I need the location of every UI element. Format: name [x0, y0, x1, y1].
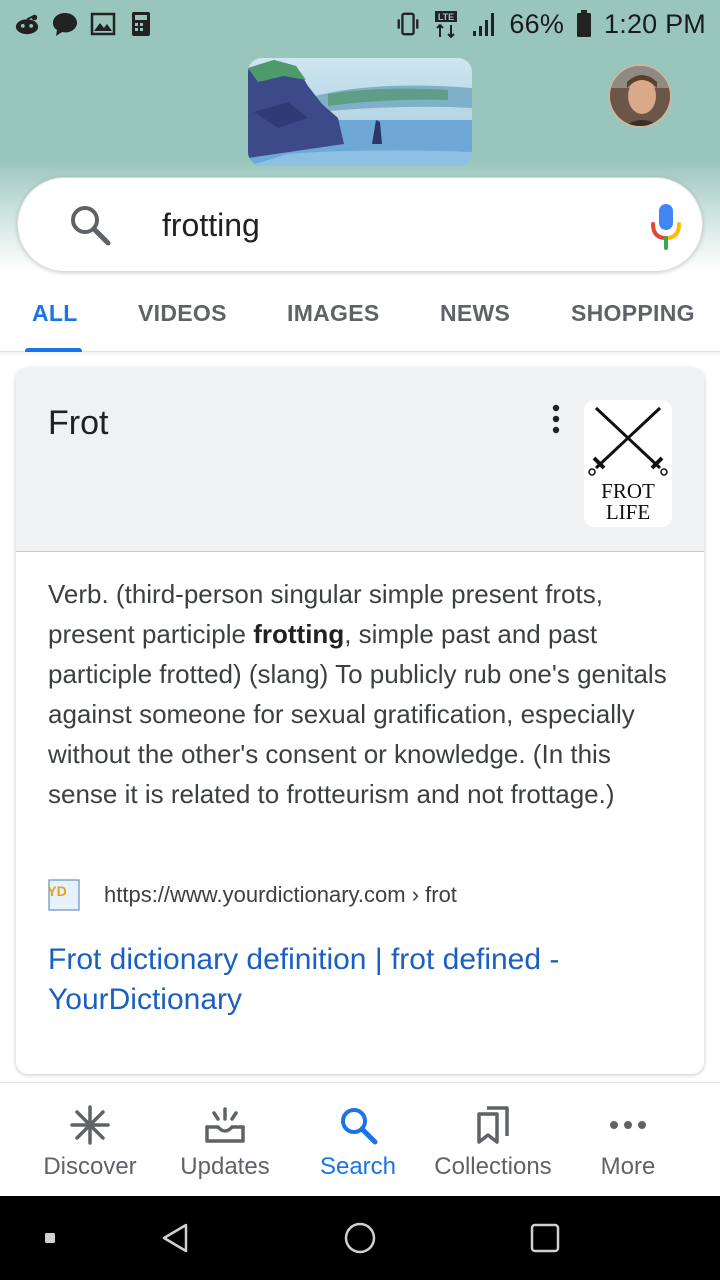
- card-title: Frot: [48, 404, 109, 442]
- search-query[interactable]: frotting: [162, 178, 260, 273]
- mic-icon[interactable]: [648, 202, 684, 252]
- nav-search[interactable]: Search: [290, 1083, 426, 1197]
- reddit-icon: [14, 11, 40, 37]
- definition-card: Frot FROT LIFE Verb. (third-person singu…: [16, 368, 704, 1074]
- tab-shopping[interactable]: SHOPPING: [571, 290, 695, 352]
- overview-dot-icon[interactable]: [40, 1196, 60, 1280]
- yourdictionary-favicon: YD: [47, 879, 80, 911]
- status-left-icons: [14, 11, 154, 37]
- active-tab-indicator: [25, 348, 82, 352]
- back-icon[interactable]: [155, 1196, 195, 1280]
- search-tabs: ALL VIDEOS IMAGES NEWS SHOPPING: [0, 290, 720, 352]
- image-icon: [90, 11, 116, 37]
- definition-text: Verb. (third-person singular simple pres…: [48, 574, 678, 814]
- asterisk-icon: [68, 1103, 112, 1147]
- status-bar: LTE 66% 1:20 PM: [0, 0, 720, 48]
- definition-bold-term: frotting: [253, 619, 345, 649]
- source-row[interactable]: YD https://www.yourdictionary.com › frot: [47, 878, 457, 912]
- nav-more[interactable]: More: [560, 1083, 696, 1197]
- favicon-text: YD: [48, 883, 67, 899]
- google-doodle[interactable]: [248, 58, 472, 166]
- tab-news[interactable]: NEWS: [440, 290, 510, 352]
- nav-label-updates: Updates: [180, 1153, 270, 1180]
- search-icon: [68, 203, 112, 247]
- result-link[interactable]: Frot dictionary definition | frot define…: [48, 940, 668, 1020]
- nav-label-search: Search: [319, 1153, 397, 1180]
- tab-images[interactable]: IMAGES: [287, 290, 380, 352]
- bottom-navigation: Discover Updates Search Collections More: [0, 1082, 720, 1196]
- battery-percent: 66%: [509, 8, 565, 39]
- result-thumbnail[interactable]: FROT LIFE: [584, 400, 672, 527]
- tab-all[interactable]: ALL: [32, 290, 78, 352]
- search-icon: [336, 1103, 380, 1147]
- system-navigation-bar: [0, 1196, 720, 1280]
- nav-collections[interactable]: Collections: [425, 1083, 561, 1197]
- recents-icon[interactable]: [525, 1196, 565, 1280]
- source-url[interactable]: https://www.yourdictionary.com › frot: [104, 882, 457, 908]
- inbox-icon: [203, 1103, 247, 1147]
- tab-videos[interactable]: VIDEOS: [138, 290, 227, 352]
- account-avatar[interactable]: [608, 64, 672, 128]
- vibrate-icon: [395, 11, 421, 37]
- calculator-icon: [128, 11, 154, 37]
- card-header: Frot FROT LIFE: [16, 368, 704, 552]
- lte-icon: LTE: [433, 11, 459, 38]
- signal-icon: [471, 11, 497, 37]
- nav-label-discover: Discover: [43, 1153, 137, 1180]
- svg-text:LTE: LTE: [438, 12, 454, 22]
- thumb-text-line2: LIFE: [606, 500, 650, 524]
- nav-updates[interactable]: Updates: [157, 1083, 293, 1197]
- nav-label-collections: Collections: [434, 1153, 552, 1180]
- home-icon[interactable]: [340, 1196, 380, 1280]
- status-right-icons: LTE 66% 1:20 PM: [395, 9, 706, 40]
- more-horiz-icon: [606, 1103, 650, 1147]
- bookmarks-icon: [471, 1103, 515, 1147]
- more-vert-icon[interactable]: [548, 402, 564, 438]
- nav-label-more: More: [600, 1153, 656, 1180]
- battery-icon: [576, 10, 592, 37]
- chat-icon: [52, 11, 78, 37]
- search-box[interactable]: frotting: [17, 177, 703, 272]
- clock: 1:20 PM: [604, 8, 706, 39]
- nav-discover[interactable]: Discover: [22, 1083, 158, 1197]
